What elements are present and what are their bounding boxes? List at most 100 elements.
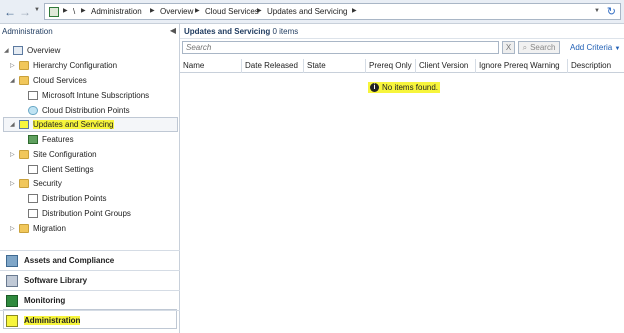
column-header-label: Date Released — [245, 61, 298, 70]
chevron-right-icon[interactable]: ▶ — [257, 7, 262, 14]
client-settings-icon — [28, 165, 38, 174]
column-header-client-version[interactable]: Client Version — [416, 59, 476, 73]
breadcrumb-item[interactable]: Overview — [160, 7, 193, 16]
column-header-prereq-only[interactable]: Prereq Only — [366, 59, 416, 73]
assets-icon — [6, 254, 18, 267]
breadcrumb-root[interactable]: \ — [73, 7, 75, 16]
overview-grid-icon — [13, 46, 23, 55]
administration-icon — [6, 314, 18, 327]
expand-arrow-icon[interactable]: ▷ — [10, 225, 17, 232]
tree-item-updates-and-servicing[interactable]: ◢ Updates and Servicing — [10, 118, 114, 131]
tree-item-label: Overview — [27, 46, 61, 55]
expand-arrow-icon[interactable]: ▷ — [10, 62, 17, 69]
tree-item-cloud-distribution-points[interactable]: Cloud Distribution Points — [19, 104, 130, 117]
workspace-label: Assets and Compliance — [24, 256, 115, 265]
expand-arrow-icon[interactable]: ▷ — [10, 180, 17, 187]
breadcrumb-item[interactable]: Cloud Services — [205, 7, 259, 16]
back-button[interactable]: ← — [2, 4, 18, 20]
main-pane: Updates and Servicing 0 items X ⌕ Search… — [180, 24, 624, 333]
column-header-ignore-prereq-warning[interactable]: Ignore Prereq Warning — [476, 59, 568, 73]
column-header-row: Name ▲ Date Released State Prereq Only C… — [180, 59, 624, 73]
add-criteria-label: Add Criteria — [570, 43, 613, 52]
workspace-assets-and-compliance[interactable]: Assets and Compliance — [0, 250, 180, 270]
tree-item-overview[interactable]: ◢ Overview — [4, 44, 60, 57]
tree-item-label: Cloud Services — [33, 76, 87, 85]
collapse-arrow-icon[interactable]: ◢ — [10, 77, 17, 84]
folder-icon — [19, 179, 29, 188]
cloud-icon — [28, 106, 38, 115]
distribution-point-icon — [28, 194, 38, 203]
chevron-right-icon[interactable]: ▶ — [352, 7, 357, 14]
address-toolbar: ← → ▼ ▶ \ ▶ Administration ▶ Overview ▶ … — [0, 0, 624, 24]
empty-state-message: i No items found. — [368, 82, 441, 93]
column-header-description[interactable]: Description — [568, 59, 624, 73]
workspace-monitoring[interactable]: Monitoring — [0, 290, 180, 310]
tree-item-label: Features — [42, 135, 74, 144]
clear-search-button[interactable]: X — [502, 41, 515, 54]
workspace-label: Software Library — [24, 276, 88, 285]
tree-item-label: Distribution Points — [42, 194, 107, 203]
tree-item-label: Site Configuration — [33, 150, 97, 159]
add-criteria-link[interactable]: Add Criteria ▼ — [570, 43, 620, 52]
tree-item-intune-subscriptions[interactable]: Microsoft Intune Subscriptions — [19, 89, 149, 102]
info-icon: i — [370, 83, 379, 92]
tree-item-label: Security — [33, 179, 62, 188]
breadcrumb[interactable]: ▶ \ ▶ Administration ▶ Overview ▶ Cloud … — [44, 3, 621, 20]
main-header: Updates and Servicing 0 items — [180, 24, 624, 39]
breadcrumb-item[interactable]: Updates and Servicing — [267, 7, 348, 16]
workspace-administration[interactable]: Administration — [0, 310, 180, 330]
search-button[interactable]: ⌕ Search — [518, 41, 560, 54]
chevron-right-icon[interactable]: ▶ — [150, 7, 155, 14]
tree-item-migration[interactable]: ▷ Migration — [10, 222, 66, 235]
page-title-text: Updates and Servicing — [184, 27, 271, 36]
folder-icon — [19, 150, 29, 159]
monitoring-icon — [6, 294, 18, 307]
tree-item-distribution-points[interactable]: Distribution Points — [19, 192, 106, 205]
tree-item-site-configuration[interactable]: ▷ Site Configuration — [10, 148, 97, 161]
column-header-state[interactable]: State — [304, 59, 366, 73]
folder-icon — [19, 61, 29, 70]
empty-state-text: No items found. — [382, 83, 439, 92]
search-input[interactable] — [182, 41, 499, 54]
search-bar: X ⌕ Search Add Criteria ▼ — [180, 40, 624, 56]
refresh-icon[interactable]: ↻ — [607, 5, 616, 18]
pane-title: Administration — [2, 27, 53, 36]
tree-item-hierarchy-configuration[interactable]: ▷ Hierarchy Configuration — [10, 59, 117, 72]
column-header-name[interactable]: Name — [180, 59, 242, 73]
tree-item-label: Migration — [33, 224, 66, 233]
collapse-pane-icon[interactable]: ◀ — [170, 26, 176, 35]
tree-item-cloud-services[interactable]: ◢ Cloud Services — [10, 74, 87, 87]
tree-item-label: Microsoft Intune Subscriptions — [42, 91, 150, 100]
chevron-right-icon[interactable]: ▶ — [81, 7, 86, 14]
search-icon: ⌕ — [522, 42, 528, 52]
software-library-icon — [6, 274, 18, 287]
tree-item-label: Cloud Distribution Points — [42, 106, 130, 115]
search-button-label: Search — [530, 43, 556, 52]
tree-item-features[interactable]: Features — [28, 133, 74, 146]
folder-icon — [19, 224, 29, 233]
collapse-arrow-icon[interactable]: ◢ — [4, 47, 11, 54]
page-title: Updates and Servicing 0 items — [184, 27, 298, 36]
tree-item-label: Distribution Point Groups — [42, 209, 131, 218]
tree-item-client-settings[interactable]: Client Settings — [19, 163, 94, 176]
distribution-group-icon — [28, 209, 38, 218]
column-header-date-released[interactable]: ▲ Date Released — [242, 59, 304, 73]
item-count: 0 items — [272, 27, 299, 36]
navigation-pane-header: Administration ◀ — [0, 24, 180, 38]
expand-arrow-icon[interactable]: ▷ — [10, 151, 17, 158]
forward-button[interactable]: → — [17, 4, 33, 20]
console-home-icon[interactable] — [49, 7, 59, 17]
collapse-arrow-icon[interactable]: ◢ — [10, 121, 17, 128]
tree-item-security[interactable]: ▷ Security — [10, 177, 62, 190]
breadcrumb-item[interactable]: Administration — [91, 7, 142, 16]
address-dropdown-icon[interactable]: ▼ — [594, 8, 600, 14]
features-icon — [28, 135, 38, 144]
tree-item-label: Updates and Servicing — [33, 120, 114, 129]
chevron-right-icon[interactable]: ▶ — [195, 7, 200, 14]
history-dropdown-icon[interactable]: ▼ — [34, 7, 40, 13]
tree-item-distribution-point-groups[interactable]: Distribution Point Groups — [19, 207, 131, 220]
navigation-pane: Administration ◀ ◢ Overview ▷ Hierarchy … — [0, 24, 180, 333]
workspace-software-library[interactable]: Software Library — [0, 270, 180, 290]
tree-item-label: Hierarchy Configuration — [33, 61, 118, 70]
chevron-right-icon[interactable]: ▶ — [63, 7, 68, 14]
